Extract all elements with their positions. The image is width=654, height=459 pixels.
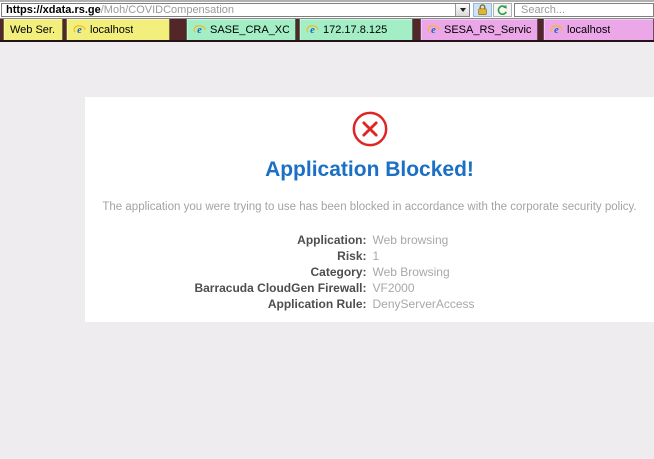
detail-label: Application:: [85, 232, 367, 248]
tab-label: SASE_CRA_XCRMS_Ser...: [210, 24, 289, 36]
page-background: Application Blocked! The application you…: [0, 42, 654, 459]
lock-icon: [477, 4, 488, 16]
block-message: The application you were trying to use h…: [85, 201, 654, 213]
tab-172-17-8-125[interactable]: e 172.17.8.125: [299, 19, 413, 40]
svg-text:e: e: [431, 25, 436, 36]
refresh-icon: [496, 4, 509, 17]
tab-label: Web Ser...: [10, 24, 56, 36]
url-path: /Moh/COVIDCompensation: [101, 4, 234, 16]
tab-sesa-rs-service[interactable]: e SESA_RS_Service Web ...: [420, 19, 538, 40]
svg-text:e: e: [310, 25, 315, 36]
tab-localhost-1[interactable]: e localhost: [66, 19, 170, 40]
tab-label: 172.17.8.125: [323, 24, 387, 36]
url-dropdown-button[interactable]: [455, 4, 469, 16]
detail-label: Category:: [85, 264, 367, 280]
ie-icon: e: [306, 23, 319, 36]
detail-label: Application Rule:: [85, 296, 367, 312]
detail-value: Web Browsing: [373, 264, 654, 280]
ie-icon: e: [427, 23, 440, 36]
search-placeholder: Search...: [521, 4, 565, 16]
svg-text:e: e: [77, 25, 82, 36]
tab-label: SESA_RS_Service Web ...: [444, 24, 531, 36]
chevron-down-icon: [460, 8, 466, 12]
ie-icon: e: [73, 23, 86, 36]
tab-label: localhost: [567, 24, 610, 36]
svg-text:e: e: [554, 25, 559, 36]
tab-localhost-2[interactable]: e localhost: [543, 19, 654, 40]
detail-value: DenyServerAccess: [373, 296, 654, 312]
block-page-card: Application Blocked! The application you…: [85, 97, 654, 322]
detail-value: 1: [373, 248, 654, 264]
tab-sase-cra-xcrms[interactable]: e SASE_CRA_XCRMS_Ser...: [186, 19, 296, 40]
block-details-table: Application: Web browsing Risk: 1 Catego…: [85, 232, 654, 312]
ie-icon: e: [193, 23, 206, 36]
url-host: https://xdata.rs.ge: [6, 4, 101, 16]
detail-value: VF2000: [373, 280, 654, 296]
detail-label: Risk:: [85, 248, 367, 264]
error-icon-wrap: [85, 110, 654, 148]
security-lock-button[interactable]: [473, 3, 492, 17]
address-bar: https://xdata.rs.ge/Moh/COVIDCompensatio…: [0, 2, 654, 18]
page-title: Application Blocked!: [85, 158, 654, 182]
svg-text:e: e: [197, 25, 202, 36]
tab-bar: Web Ser... e localhost e SASE_CRA_XCRMS_…: [0, 18, 654, 42]
detail-label: Barracuda CloudGen Firewall:: [85, 280, 367, 296]
tab-web-services[interactable]: Web Ser...: [3, 19, 63, 40]
detail-value: Web browsing: [373, 232, 654, 248]
url-input[interactable]: https://xdata.rs.ge/Moh/COVIDCompensatio…: [1, 3, 470, 17]
refresh-button[interactable]: [493, 3, 512, 17]
search-input[interactable]: Search...: [514, 3, 654, 17]
circle-x-icon: [351, 110, 389, 148]
tab-label: localhost: [90, 24, 133, 36]
ie-icon: e: [550, 23, 563, 36]
